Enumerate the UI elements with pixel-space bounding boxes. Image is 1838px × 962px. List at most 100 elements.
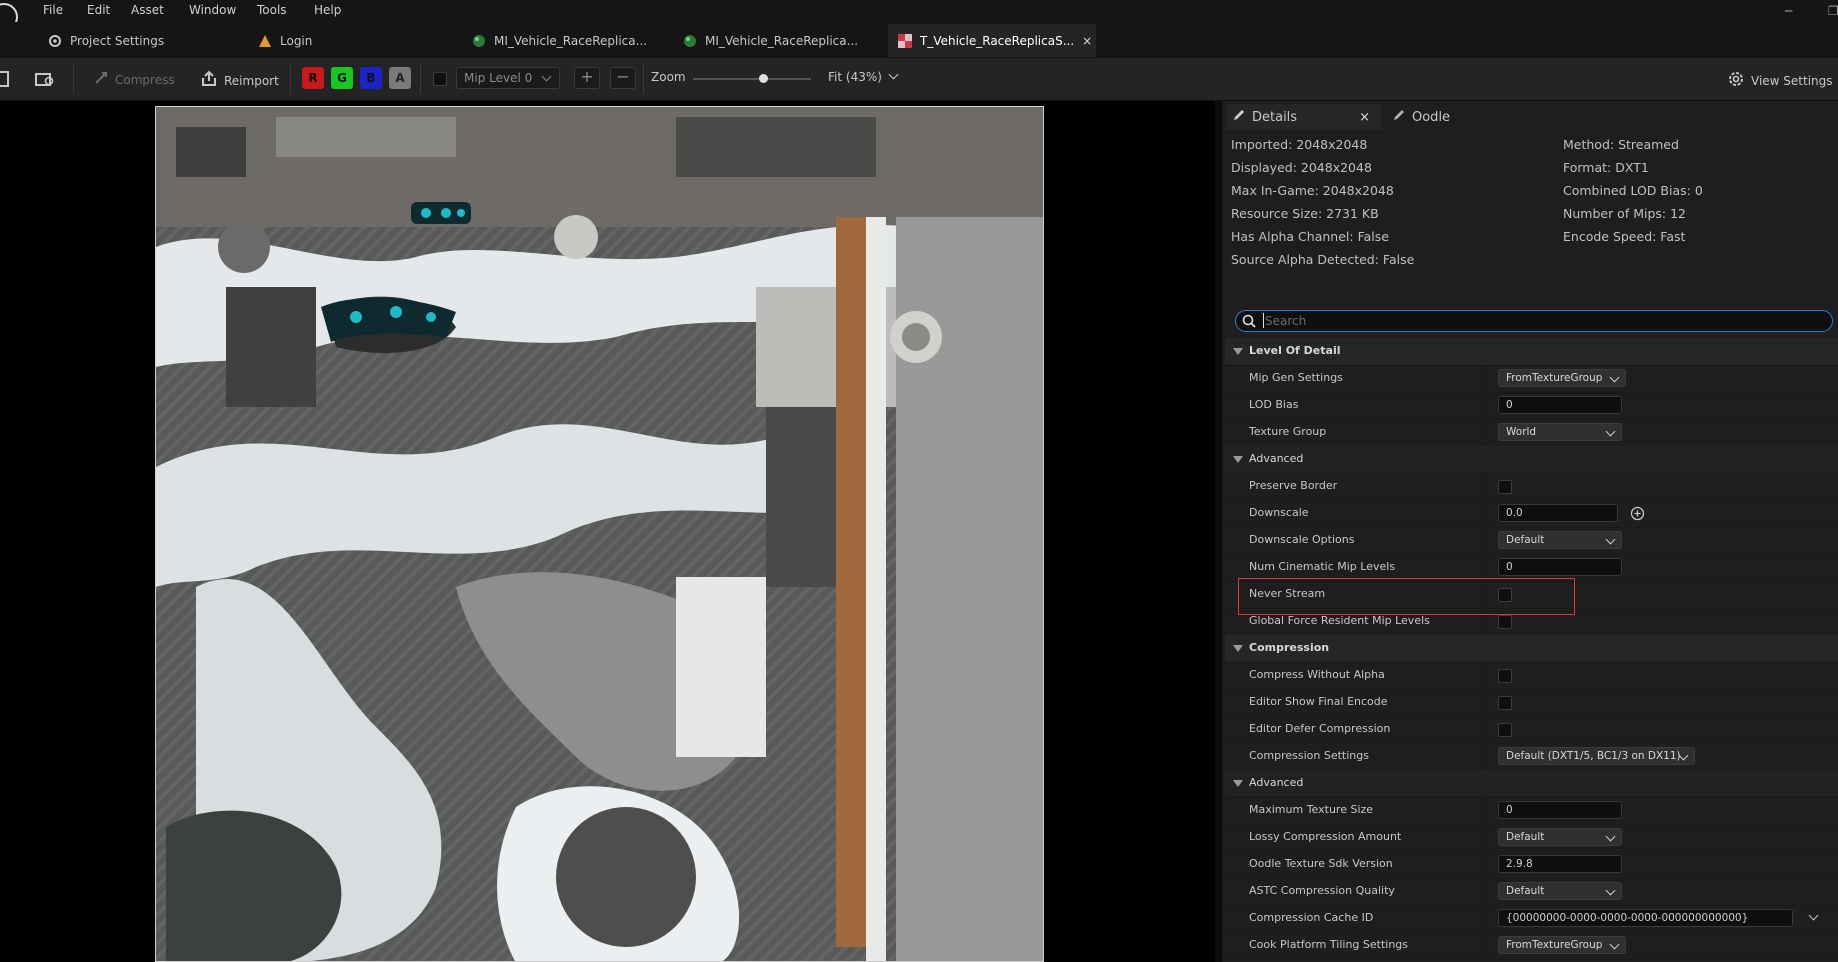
search-placeholder: Search — [1265, 314, 1307, 328]
oodle-sdk-version-input[interactable]: 2.9.8 — [1498, 855, 1622, 873]
lossy-compression-amount-dropdown[interactable]: Default — [1498, 828, 1622, 846]
tab-project-settings[interactable]: Project Settings — [48, 24, 164, 57]
expand-arrow-icon — [1233, 348, 1243, 355]
mip-level-value: Mip Level 0 — [464, 71, 533, 85]
info-method: Method: Streamed — [1563, 137, 1679, 152]
chevron-down-icon — [1605, 831, 1616, 842]
property-astc-compression-quality: ASTC Compression Quality Default — [1225, 878, 1838, 906]
info-displayed: Displayed: 2048x2048 — [1231, 160, 1372, 175]
dropdown-value: Default — [1506, 534, 1545, 546]
astc-quality-dropdown[interactable]: Default — [1498, 882, 1622, 900]
fit-zoom-dropdown[interactable]: Fit (43%) — [828, 69, 899, 84]
tab-label: Project Settings — [70, 33, 165, 48]
expand-arrow-icon — [1233, 645, 1243, 652]
maximize-icon[interactable]: ❐ — [1828, 4, 1838, 18]
property-label: Never Stream — [1249, 587, 1326, 600]
section-lod-advanced[interactable]: Advanced — [1225, 446, 1838, 474]
dropdown-value: FromTextureGroup — [1506, 372, 1603, 384]
property-label: Lossy Compression Amount — [1249, 830, 1402, 843]
compression-settings-dropdown[interactable]: Default (DXT1/5, BC1/3 on DX11) — [1498, 747, 1695, 765]
toolbar-separator — [643, 64, 644, 94]
close-tab-icon[interactable]: × — [1082, 34, 1092, 48]
property-never-stream: Never Stream — [1225, 581, 1838, 609]
green-channel-toggle[interactable]: G — [331, 67, 353, 89]
property-label: Mip Gen Settings — [1249, 371, 1343, 384]
property-texture-group: Texture Group World — [1225, 419, 1838, 447]
property-label: Editor Defer Compression — [1249, 722, 1391, 735]
tab-label: Details — [1252, 109, 1298, 125]
property-downscale: Downscale 0.0 — [1225, 500, 1838, 528]
chevron-down-icon — [1605, 885, 1616, 896]
compress-button[interactable]: Compress — [93, 70, 175, 89]
num-cinematic-mip-levels-input[interactable]: 0 — [1498, 558, 1622, 576]
menu-help[interactable]: Help — [314, 3, 341, 17]
tab-material-instance-2[interactable]: MI_Vehicle_RaceReplica... — [683, 24, 858, 57]
close-panel-icon[interactable]: × — [1359, 110, 1370, 125]
tab-details[interactable]: Details × — [1226, 104, 1382, 130]
chevron-down-icon — [1609, 372, 1620, 383]
section-compression-advanced[interactable]: Advanced — [1225, 770, 1838, 798]
texture-group-dropdown[interactable]: World — [1498, 423, 1622, 441]
preserve-border-checkbox[interactable] — [1498, 480, 1512, 494]
search-input[interactable]: Search — [1235, 310, 1833, 332]
add-override-icon[interactable] — [1630, 506, 1645, 524]
compress-label: Compress — [115, 72, 175, 87]
menu-file[interactable]: File — [43, 3, 63, 17]
tab-texture-active[interactable]: T_Vehicle_RaceReplicaS... × — [888, 24, 1096, 57]
alpha-channel-toggle[interactable]: A — [389, 67, 411, 89]
property-preserve-border: Preserve Border — [1225, 473, 1838, 501]
minimize-icon[interactable]: ─ — [1785, 4, 1792, 18]
reimport-label: Reimport — [224, 73, 279, 88]
compress-without-alpha-checkbox[interactable] — [1498, 669, 1512, 683]
mip-level-dropdown[interactable]: Mip Level 0 — [456, 67, 560, 89]
chevron-down-icon — [888, 69, 899, 79]
downscale-input[interactable]: 0.0 — [1498, 504, 1618, 522]
property-label: Downscale Options — [1249, 533, 1355, 546]
editor-defer-compression-checkbox[interactable] — [1498, 723, 1512, 737]
expand-chevron-icon[interactable] — [1808, 910, 1819, 921]
reimport-button[interactable]: Reimport — [200, 70, 279, 91]
dropdown-value: Default (DXT1/5, BC1/3 on DX11) — [1506, 750, 1681, 762]
browse-asset-icon[interactable] — [34, 69, 56, 92]
tab-material-instance-1[interactable]: MI_Vehicle_RaceReplica... — [472, 24, 647, 57]
section-level-of-detail[interactable]: Level Of Detail — [1225, 338, 1838, 366]
property-global-force-resident: Global Force Resident Mip Levels — [1225, 608, 1838, 636]
property-lossy-compression-amount: Lossy Compression Amount Default — [1225, 824, 1838, 852]
menu-tools[interactable]: Tools — [257, 3, 287, 17]
property-editor-defer-compression: Editor Defer Compression — [1225, 716, 1838, 744]
save-icon[interactable] — [0, 70, 10, 88]
property-label: ASTC Compression Quality — [1249, 884, 1395, 897]
tab-oodle[interactable]: Oodle — [1392, 104, 1450, 130]
mip-level-checkbox[interactable] — [433, 72, 447, 86]
info-has-alpha: Has Alpha Channel: False — [1231, 229, 1389, 244]
chevron-down-icon — [1605, 426, 1616, 437]
mip-decrease-button[interactable]: − — [610, 67, 636, 89]
panel-splitter[interactable] — [1215, 101, 1222, 962]
editor-show-final-encode-checkbox[interactable] — [1498, 696, 1512, 710]
tab-login[interactable]: Login — [258, 24, 312, 57]
never-stream-checkbox[interactable] — [1498, 588, 1512, 602]
mip-increase-button[interactable]: + — [574, 67, 600, 89]
section-label: Level Of Detail — [1249, 344, 1341, 357]
mip-gen-settings-dropdown[interactable]: FromTextureGroup — [1498, 369, 1626, 387]
expand-arrow-icon — [1233, 456, 1243, 463]
cook-platform-tiling-dropdown[interactable]: FromTextureGroup — [1498, 936, 1626, 954]
downscale-options-dropdown[interactable]: Default — [1498, 531, 1622, 549]
menu-asset[interactable]: Asset — [131, 3, 164, 17]
zoom-slider-track[interactable] — [693, 78, 811, 80]
dropdown-value: Default — [1506, 831, 1545, 843]
menu-window[interactable]: Window — [189, 3, 236, 17]
view-settings-label: View Settings — [1751, 73, 1833, 88]
lod-bias-input[interactable]: 0 — [1498, 396, 1622, 414]
compress-icon — [93, 70, 109, 89]
menu-edit[interactable]: Edit — [87, 3, 110, 17]
maximum-texture-size-input[interactable]: 0 — [1498, 801, 1622, 819]
compression-cache-id-input[interactable]: {00000000-0000-0000-0000-000000000000} — [1498, 909, 1793, 927]
property-compression-settings: Compression Settings Default (DXT1/5, BC1… — [1225, 743, 1838, 771]
red-channel-toggle[interactable]: R — [302, 67, 324, 89]
section-compression[interactable]: Compression — [1225, 635, 1838, 663]
blue-channel-toggle[interactable]: B — [360, 67, 382, 89]
view-settings-button[interactable]: View Settings — [1727, 70, 1833, 91]
info-max-in-game: Max In-Game: 2048x2048 — [1231, 183, 1394, 198]
global-force-resident-checkbox[interactable] — [1498, 615, 1512, 629]
